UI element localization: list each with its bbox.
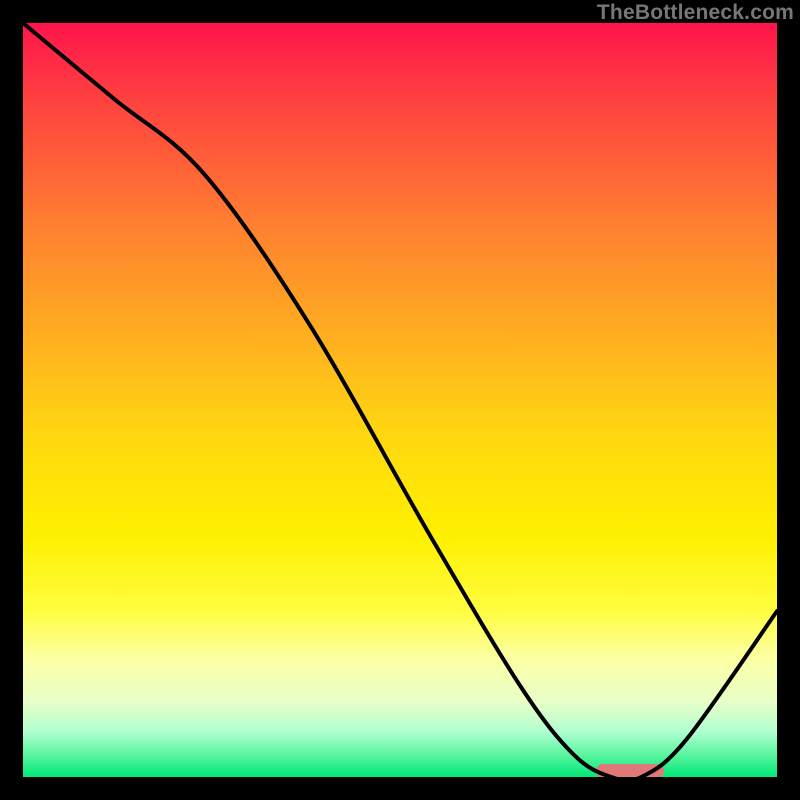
- chart-frame: [0, 0, 800, 800]
- watermark-text: TheBottleneck.com: [597, 1, 794, 25]
